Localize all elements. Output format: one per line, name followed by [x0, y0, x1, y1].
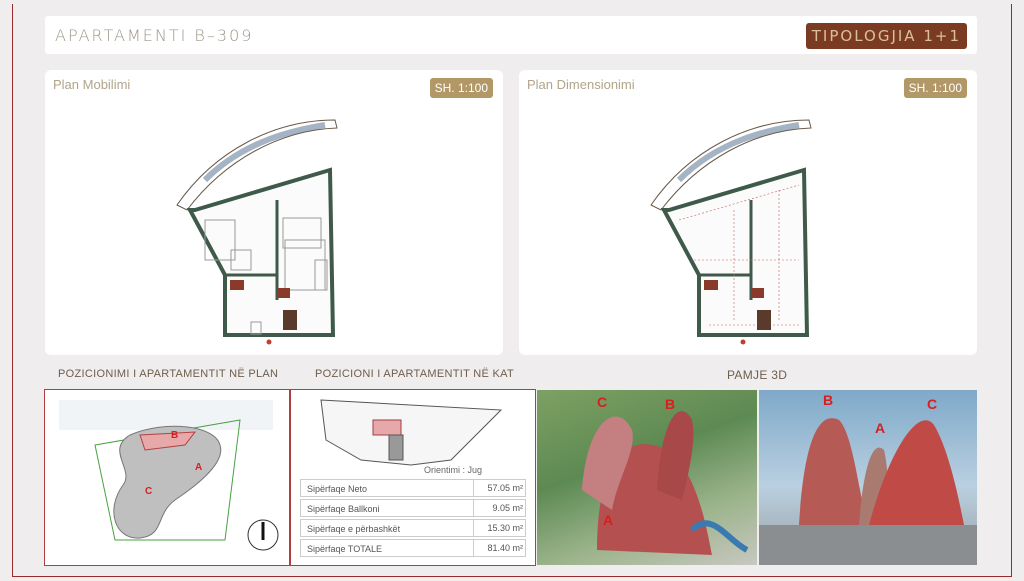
area-label: Sipërfaqe TOTALE — [307, 544, 383, 554]
street-render-drawing — [759, 418, 977, 565]
area-label: Sipërfaqe Ballkoni — [307, 504, 380, 514]
furniture-plan-scale: SH. 1:100 — [429, 78, 493, 98]
render-label-c: C — [597, 394, 608, 410]
section-label-position-plan: POZICIONIMI I APARTAMENTIT NË PLAN — [58, 368, 279, 380]
furniture-plan-title: Plan Mobilimi — [53, 77, 131, 92]
area-row: Sipërfaqe TOTALE 81.40 m² — [300, 539, 526, 557]
orientation-value: Jug — [467, 465, 483, 475]
apartment-title: APARTAMENTI B–309 — [55, 26, 254, 45]
orientation-label: Orientimi : — [424, 465, 466, 475]
area-row: Sipërfaqe e përbashkët 15.30 m² — [300, 519, 526, 537]
site-label-a: A — [195, 462, 203, 473]
street-label-a: A — [875, 420, 886, 436]
area-value: 81.40 m² — [473, 540, 527, 556]
dimension-plan-title: Plan Dimensionimi — [527, 77, 635, 92]
dimension-plan-panel: Plan Dimensionimi SH. 1:100 — [519, 70, 977, 355]
area-value: 57.05 m² — [473, 480, 527, 496]
furniture-floorplan-drawing — [176, 119, 338, 345]
orientation-text: Orientimi : Jug — [424, 465, 482, 475]
street-label-b: B — [823, 392, 834, 408]
area-value: 9.05 m² — [473, 500, 527, 516]
aerial-render-drawing — [582, 411, 749, 555]
area-label: Sipërfaqe e përbashkët — [307, 524, 401, 534]
site-plan-drawing — [59, 400, 279, 551]
area-row: Sipërfaqe Neto 57.05 m² — [300, 479, 526, 497]
furniture-plan-panel: Plan Mobilimi SH. 1:100 — [45, 70, 503, 355]
street-label-c: C — [927, 396, 938, 412]
dimension-floorplan-drawing — [650, 119, 812, 345]
section-label-position-floor: POZICIONI I APARTAMENTIT NË KAT — [315, 368, 514, 380]
header-bar: APARTAMENTI B–309 TIPOLOGJIA 1+1 — [45, 16, 977, 54]
site-label-c: C — [145, 486, 153, 497]
render-label-a: A — [603, 512, 614, 528]
area-value: 15.30 m² — [473, 520, 527, 536]
typology-badge: TIPOLOGJIA 1+1 — [805, 23, 967, 49]
floor-position-drawing — [320, 399, 503, 466]
dimension-plan-scale: SH. 1:100 — [903, 78, 967, 98]
render-label-b: B — [665, 396, 676, 412]
aerial-3d-render: C B A — [537, 390, 757, 565]
section-label-3d-view: PAMJE 3D — [727, 368, 788, 382]
site-label-b: B — [171, 430, 179, 441]
street-3d-render: B A C — [759, 390, 977, 565]
area-label: Sipërfaqe Neto — [307, 484, 368, 494]
site-plan-box: B A C — [44, 389, 290, 566]
area-row: Sipërfaqe Ballkoni 9.05 m² — [300, 499, 526, 517]
